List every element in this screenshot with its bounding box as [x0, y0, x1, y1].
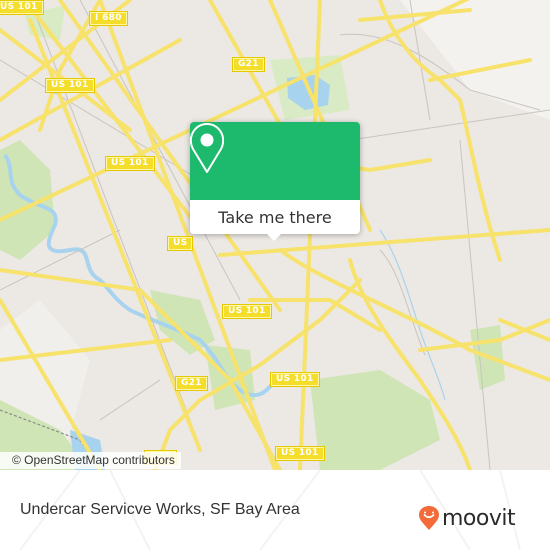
map-attribution[interactable]: © OpenStreetMap contributors [0, 452, 181, 469]
shield-us101-mid: US 101 [105, 156, 155, 171]
shield-us-partial: US [167, 236, 194, 251]
location-popup: Take me there [190, 122, 360, 241]
shield-us101-topleft: US 101 [0, 0, 44, 15]
moovit-logo[interactable]: moovit [418, 505, 516, 531]
place-title: Undercar Servicve Works, SF Bay Area [20, 501, 300, 518]
shield-i680: I 680 [89, 11, 128, 26]
shield-g21-mid: G21 [175, 376, 208, 391]
moovit-wordmark: moovit [442, 505, 516, 531]
popup-pointer [266, 233, 282, 241]
shield-us101-interchange: US 101 [45, 78, 95, 93]
shield-us101-bottom: US 101 [275, 446, 325, 461]
take-me-there-button[interactable]: Take me there [190, 200, 360, 234]
map-view[interactable]: I 680 US 101 US 101 G21 US 101 US US 101… [0, 0, 550, 470]
moovit-pin-icon [419, 506, 439, 530]
shield-g21-top: G21 [232, 57, 265, 72]
location-pin-icon [190, 123, 224, 173]
popup-header [190, 122, 360, 200]
shield-us101-southeast: US 101 [270, 372, 320, 387]
shield-us101-center: US 101 [222, 304, 272, 319]
